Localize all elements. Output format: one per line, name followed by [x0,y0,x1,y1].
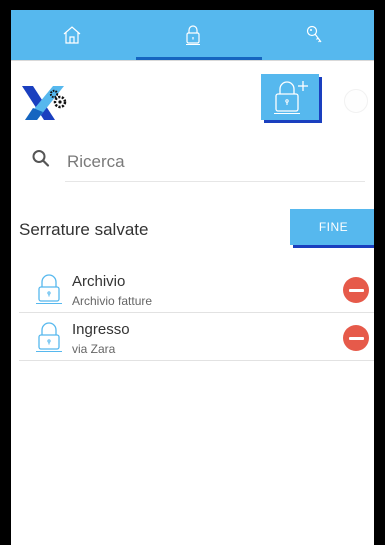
app-logo [19,80,73,124]
lock-icon [36,274,62,304]
active-tab-indicator [136,57,262,60]
key-icon [306,25,321,43]
section-title: Serrature salvate [19,220,149,239]
search-input[interactable] [65,146,365,182]
tab-home[interactable] [11,10,132,60]
app-screen: Serrature salvate FINE Archivio Archivio… [11,10,374,545]
lock-icon [185,25,200,45]
lock-name: Ingresso [72,321,130,338]
app-logo-x-gear-icon [22,86,67,120]
minus-icon [348,288,364,292]
delete-lock-button[interactable] [343,277,369,303]
tab-locks[interactable] [132,10,253,60]
add-lock-button[interactable] [261,74,319,120]
status-indicator [344,89,368,113]
minus-icon [348,336,364,340]
lock-description: via Zara [72,342,116,356]
done-button[interactable]: FINE [290,209,374,245]
tab-keys[interactable] [253,10,374,60]
list-item[interactable]: Ingresso via Zara [19,314,374,361]
saved-locks-list: Archivio Archivio fatture Ingresso via Z… [19,266,374,362]
delete-lock-button[interactable] [343,325,369,351]
tab-bar [11,10,374,61]
list-item[interactable]: Archivio Archivio fatture [19,266,374,313]
lock-icon [36,322,62,352]
add-lock-icon [274,81,308,114]
lock-name: Archivio [72,273,126,290]
search-icon [31,148,51,170]
home-icon [63,26,80,44]
lock-description: Archivio fatture [72,294,153,308]
